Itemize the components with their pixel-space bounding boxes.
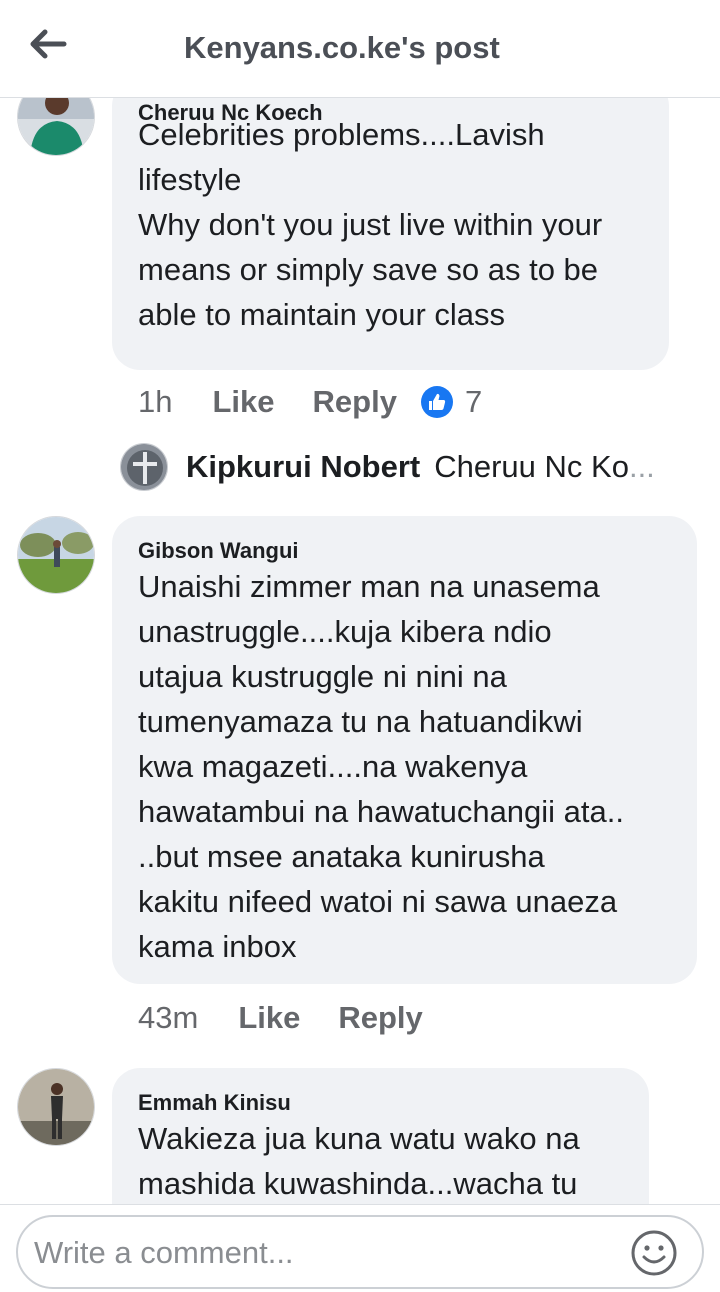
reply-button[interactable]: Reply — [313, 384, 397, 420]
thumbs-up-icon[interactable] — [420, 386, 453, 418]
avatar[interactable] — [120, 443, 168, 491]
reply-ellipsis: ... — [628, 449, 655, 484]
comment-author[interactable]: Emmah Kinisu — [138, 1090, 291, 1116]
like-button[interactable]: Like — [212, 384, 274, 420]
like-button[interactable]: Like — [238, 1000, 300, 1036]
comment-composer[interactable] — [16, 1215, 704, 1289]
reply-preview[interactable]: Kipkurui Nobert Cheruu Nc Ko ... — [120, 442, 655, 492]
comment-text: Wakieza jua kuna watu wako na mashida ku… — [138, 1121, 580, 1201]
page-title: Kenyans.co.ke's post — [184, 30, 500, 65]
comment-bubble: Emmah Kinisu Wakieza jua kuna watu wako … — [112, 1068, 649, 1204]
comment-author[interactable]: Gibson Wangui — [138, 538, 299, 564]
smiley-icon — [631, 1230, 677, 1276]
reaction-count[interactable]: 7 — [465, 384, 482, 420]
comment-time[interactable]: 1h — [138, 384, 172, 420]
reply-button[interactable]: Reply — [338, 1000, 422, 1036]
comments-feed[interactable]: Cheruu Nc Koech Celebrities problems....… — [0, 98, 720, 1204]
comment-time[interactable]: 43m — [138, 1000, 198, 1036]
emoji-button[interactable] — [630, 1229, 678, 1277]
avatar[interactable] — [17, 516, 95, 594]
reply-author[interactable]: Kipkurui Nobert — [186, 449, 420, 485]
comment-actions: 1h Like Reply 7 — [138, 384, 482, 420]
comment-actions: 43m Like Reply — [138, 1000, 461, 1036]
comment-bubble: Gibson Wangui Unaishi zimmer man na unas… — [112, 516, 697, 984]
back-button[interactable] — [24, 22, 72, 66]
avatar[interactable] — [17, 1068, 95, 1146]
comment-input[interactable] — [34, 1229, 614, 1277]
arrow-left-icon — [30, 29, 67, 59]
comment-composer-bar — [0, 1204, 720, 1292]
reply-snippet: Cheruu Nc Ko — [434, 449, 629, 484]
top-bar: Kenyans.co.ke's post — [0, 0, 720, 98]
comment-text: Celebrities problems....Lavish lifestyle… — [138, 117, 603, 332]
comment-text: Unaishi zimmer man na unasema unastruggl… — [138, 569, 624, 964]
comment-bubble: Cheruu Nc Koech Celebrities problems....… — [112, 98, 669, 370]
avatar[interactable] — [17, 98, 95, 156]
